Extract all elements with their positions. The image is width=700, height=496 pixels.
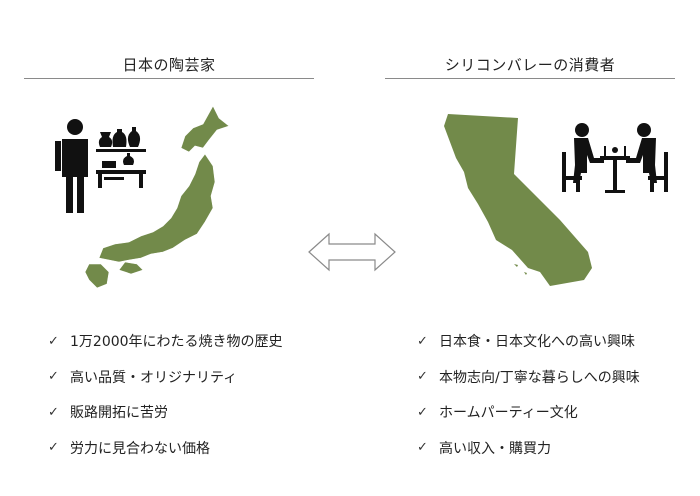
consumer-trait-item-label: 本物志向/丁寧な暮らしへの興味 bbox=[439, 369, 640, 386]
potter-trait-item-label: 販路開拓に苦労 bbox=[70, 405, 168, 421]
consumer-trait-item: ✓ ホームパーティー文化 bbox=[417, 403, 700, 422]
check-icon: ✓ bbox=[48, 369, 59, 384]
potter-trait-item: ✓ 高い品質・オリジナリティ bbox=[48, 368, 348, 386]
double-arrow-icon bbox=[308, 232, 396, 272]
consumer-trait-item-label: 日本食・日本文化への高い興味 bbox=[439, 334, 635, 350]
check-icon: ✓ bbox=[48, 333, 59, 349]
check-icon: ✓ bbox=[417, 440, 428, 455]
check-icon: ✓ bbox=[417, 369, 428, 384]
consumer-trait-item-label: ホームパーティー文化 bbox=[439, 405, 578, 421]
diners-icon bbox=[562, 123, 668, 193]
consumer-trait-item: ✓ 高い収入・購買力 bbox=[417, 439, 700, 457]
potter-trait-item: ✓ 販路開拓に苦労 bbox=[48, 403, 348, 422]
potter-trait-item-label: 労力に見合わない価格 bbox=[70, 440, 210, 457]
consumer-trait-item: ✓ 日本食・日本文化への高い興味 bbox=[417, 332, 700, 351]
check-icon: ✓ bbox=[48, 404, 59, 420]
right-divider bbox=[385, 78, 675, 79]
consumer-trait-item: ✓ 本物志向/丁寧な暮らしへの興味 bbox=[417, 368, 700, 386]
check-icon: ✓ bbox=[417, 404, 428, 420]
check-icon: ✓ bbox=[48, 440, 59, 455]
potter-trait-item-label: 1万2000年にわたる焼き物の歴史 bbox=[70, 334, 283, 350]
check-icon: ✓ bbox=[417, 333, 428, 349]
potter-trait-item: ✓ 1万2000年にわたる焼き物の歴史 bbox=[48, 332, 348, 351]
consumer-traits-list: ✓ 日本食・日本文化への高い興味 ✓ 本物志向/丁寧な暮らしへの興味 ✓ ホームパーティー… bbox=[417, 332, 700, 474]
potter-trait-item: ✓ 労力に見合わない価格 bbox=[48, 439, 348, 457]
japanese-potters-heading: 日本の陶芸家 bbox=[122, 56, 216, 74]
potter-trait-item-label: 高い品質・オリジナリティ bbox=[70, 369, 238, 386]
left-divider bbox=[24, 78, 314, 79]
japan-map bbox=[84, 105, 230, 289]
potter-traits-list: ✓ 1万2000年にわたる焼き物の歴史 ✓ 高い品質・オリジナリティ ✓ 販路開拓に苦労 ✓… bbox=[48, 332, 348, 474]
silicon-valley-consumers-heading: シリコンバレーの消費者 bbox=[444, 56, 616, 74]
consumer-trait-item-label: 高い収入・購買力 bbox=[439, 440, 551, 457]
